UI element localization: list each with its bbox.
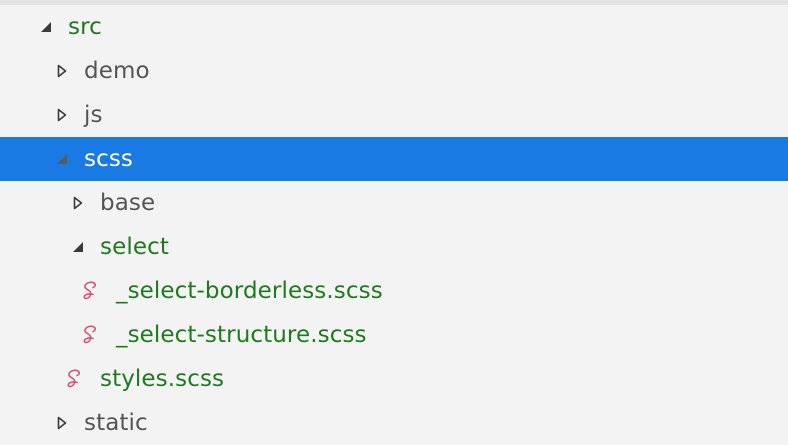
tree-item-styles-scss[interactable]: styles.scss [0, 357, 788, 401]
tree-item-demo[interactable]: demo [0, 49, 788, 93]
tree-item-js[interactable]: js [0, 93, 788, 137]
tree-item-label: styles.scss [100, 366, 225, 392]
tree-item-label: _select-structure.scss [116, 322, 367, 348]
sass-file-icon [80, 323, 102, 347]
chevron-collapsed-icon[interactable] [56, 416, 68, 430]
tree-item-label: select [100, 234, 169, 260]
tree-item-label: src [68, 14, 102, 40]
sass-file-icon [80, 279, 102, 303]
tree-item-label: scss [84, 146, 133, 172]
chevron-collapsed-icon[interactable] [72, 196, 84, 210]
tree-item-select-borderless-scss[interactable]: _select-borderless.scss [0, 269, 788, 313]
tree-item-select[interactable]: select [0, 225, 788, 269]
tree-item-base[interactable]: base [0, 181, 788, 225]
tree-item-label: base [100, 190, 156, 216]
chevron-collapsed-icon[interactable] [56, 108, 68, 122]
tree-item-label: static [84, 410, 148, 436]
tree-item-label: demo [84, 58, 150, 84]
chevron-expanded-icon[interactable] [40, 20, 52, 34]
chevron-collapsed-icon[interactable] [56, 64, 68, 78]
tree-item-src[interactable]: src [0, 5, 788, 49]
sass-file-icon [64, 367, 86, 391]
tree-item-select-structure-scss[interactable]: _select-structure.scss [0, 313, 788, 357]
tree-item-scss[interactable]: scss [0, 137, 788, 181]
tree-item-static[interactable]: static [0, 401, 788, 445]
chevron-expanded-icon[interactable] [72, 240, 84, 254]
tree-item-label: _select-borderless.scss [116, 278, 383, 304]
tree-item-label: js [84, 102, 103, 128]
chevron-expanded-icon[interactable] [56, 152, 68, 166]
